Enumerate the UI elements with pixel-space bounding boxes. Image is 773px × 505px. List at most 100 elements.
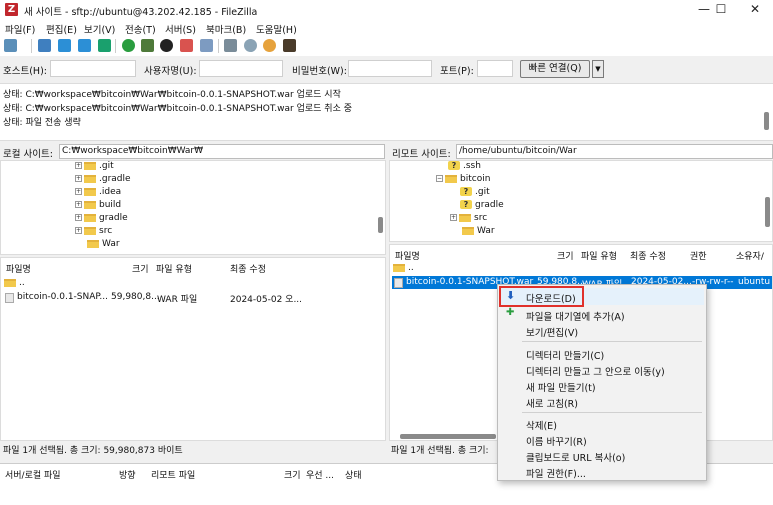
queue-header-size[interactable]: 크기 <box>284 468 301 481</box>
file-icon <box>5 293 14 303</box>
transfer-queue-icon[interactable] <box>98 39 111 52</box>
remote-site-bar: 리모트 사이트: /home/ubuntu/bitcoin/War <box>389 143 773 160</box>
message-log-icon[interactable] <box>38 39 51 52</box>
tree-item-ssh[interactable]: ? .ssh <box>448 161 481 171</box>
process-queue-icon[interactable] <box>141 39 154 52</box>
queue-header-priority[interactable]: 우선 ... <box>306 468 334 481</box>
site-manager-icon[interactable] <box>4 39 17 52</box>
binoculars-icon[interactable] <box>283 39 296 52</box>
remote-header-perms[interactable]: 권한 <box>690 249 707 262</box>
local-header-name[interactable]: 파일명 <box>6 262 31 275</box>
local-file-list: 파일명 크기 파일 유형 최종 수정 .. bitcoin-0.0.1-SNAP… <box>0 257 386 441</box>
tree-item-war[interactable]: War <box>87 239 120 249</box>
menu-separator <box>522 412 702 413</box>
tree-item-build[interactable]: + build <box>75 200 121 210</box>
expand-icon[interactable]: + <box>75 162 82 169</box>
tree-item-idea[interactable]: + .idea <box>75 187 121 197</box>
queue-header-direction[interactable]: 방향 <box>119 468 136 481</box>
expand-icon[interactable]: + <box>450 214 457 221</box>
mkdir-enter-menu-item[interactable]: 디렉터리 만들고 그 안으로 이동(y) <box>526 364 665 378</box>
delete-menu-item[interactable]: 삭제(E) <box>526 418 557 432</box>
remote-header-name[interactable]: 파일명 <box>395 249 420 262</box>
local-header-size[interactable]: 크기 <box>132 262 149 275</box>
menu-file[interactable]: 파일(F) <box>5 22 35 36</box>
local-parent-dir[interactable]: .. <box>4 278 25 288</box>
host-input[interactable] <box>50 60 136 77</box>
disconnect-icon[interactable] <box>180 39 193 52</box>
copy-url-menu-item[interactable]: 클립보드로 URL 복사(o) <box>526 450 625 464</box>
local-header-modified[interactable]: 최종 수정 <box>230 262 266 275</box>
menu-server[interactable]: 서버(S) <box>165 22 196 36</box>
tree-item-remote-war[interactable]: War <box>462 226 495 236</box>
remote-header-modified[interactable]: 최종 수정 <box>630 249 666 262</box>
expand-icon[interactable]: + <box>75 201 82 208</box>
local-status: 파일 1개 선택됨. 총 크기: 59,980,873 바이트 <box>3 443 383 459</box>
remote-header-type[interactable]: 파일 유형 <box>581 249 617 262</box>
refresh-icon[interactable] <box>122 39 135 52</box>
tree-item-label: War <box>477 226 495 236</box>
tree-item-remote-gradle[interactable]: ? gradle <box>460 200 504 210</box>
folder-icon <box>393 263 405 272</box>
refresh-menu-item[interactable]: 새로 고침(R) <box>526 396 578 410</box>
maximize-button[interactable]: ☐ <box>703 0 739 20</box>
tree-item-gradle-dot[interactable]: + .gradle <box>75 174 131 184</box>
menu-edit[interactable]: 편집(E) <box>46 22 77 36</box>
username-input[interactable] <box>199 60 283 77</box>
password-input[interactable] <box>348 60 432 77</box>
local-file-row[interactable]: bitcoin-0.0.1-SNAP... 59,980,8... WAR 파일… <box>3 291 303 305</box>
search-icon[interactable] <box>244 39 257 52</box>
tree-item-label: gradle <box>99 213 128 223</box>
local-site-path[interactable]: C:₩workspace₩bitcoin₩War₩ <box>59 144 385 159</box>
remote-tree-scrollbar[interactable] <box>765 197 770 227</box>
filter-icon[interactable] <box>224 39 237 52</box>
reconnect-icon[interactable] <box>200 39 213 52</box>
tree-item-remote-git[interactable]: ? .git <box>460 187 490 197</box>
menu-view[interactable]: 보기(V) <box>84 22 115 36</box>
tree-item-bitcoin[interactable]: − bitcoin <box>436 174 490 184</box>
port-input[interactable] <box>477 60 513 77</box>
tree-item-src[interactable]: + src <box>75 226 112 236</box>
folder-icon <box>462 226 474 235</box>
tree-item-remote-src[interactable]: + src <box>450 213 487 223</box>
sync-browsing-icon[interactable] <box>263 39 276 52</box>
view-edit-menu-item[interactable]: 보기/편집(V) <box>526 325 578 339</box>
quickconnect-dropdown[interactable]: ▼ <box>592 60 604 78</box>
local-header-type[interactable]: 파일 유형 <box>156 262 192 275</box>
local-tree-icon[interactable] <box>58 39 71 52</box>
remote-header-owner[interactable]: 소유자/ <box>736 249 764 262</box>
rename-menu-item[interactable]: 이름 바꾸기(R) <box>526 434 587 448</box>
queue-header-remote[interactable]: 리모트 파일 <box>151 468 195 481</box>
file-icon <box>394 278 403 288</box>
collapse-icon[interactable]: − <box>436 175 443 182</box>
mkdir-menu-item[interactable]: 디렉터리 만들기(C) <box>526 348 604 362</box>
remote-hscrollbar[interactable] <box>400 434 496 439</box>
tree-item-gradle[interactable]: + gradle <box>75 213 128 223</box>
remote-tree-icon[interactable] <box>78 39 91 52</box>
quickconnect-button[interactable]: 빠른 연결(Q) <box>520 60 590 78</box>
queue-header-status[interactable]: 상태 <box>345 468 362 481</box>
expand-icon[interactable]: + <box>75 188 82 195</box>
close-button[interactable]: ✕ <box>737 0 773 20</box>
remote-status: 파일 1개 선택됨. 총 크기: <box>391 443 501 459</box>
menu-bookmarks[interactable]: 북마크(B) <box>206 22 246 36</box>
expand-icon[interactable]: + <box>75 214 82 221</box>
tree-item-label: .idea <box>99 187 122 197</box>
file-permissions-menu-item[interactable]: 파일 권한(F)... <box>526 466 586 480</box>
tree-item-label: build <box>99 200 122 210</box>
remote-header-size[interactable]: 크기 <box>557 249 574 262</box>
menu-transfer[interactable]: 전송(T) <box>125 22 156 36</box>
log-scrollbar[interactable] <box>764 112 769 130</box>
queue-header-file[interactable]: 서버/로컬 파일 <box>5 468 61 481</box>
message-log: 상태: C:₩workspace₩bitcoin₩War₩bitcoin-0.0… <box>0 83 773 141</box>
expand-icon[interactable]: + <box>75 227 82 234</box>
remote-site-path[interactable]: /home/ubuntu/bitcoin/War <box>456 144 773 159</box>
port-label: 포트(P): <box>440 66 474 77</box>
cancel-icon[interactable] <box>160 39 173 52</box>
add-to-queue-menu-item[interactable]: 파일을 대기열에 추가(A) <box>526 309 625 323</box>
local-tree-scrollbar[interactable] <box>378 217 383 233</box>
expand-icon[interactable]: + <box>75 175 82 182</box>
tree-item-git[interactable]: + .git <box>75 161 114 171</box>
menu-help[interactable]: 도움말(H) <box>256 22 297 36</box>
new-file-menu-item[interactable]: 새 파일 만들기(t) <box>526 380 596 394</box>
remote-parent-dir[interactable]: .. <box>393 263 414 273</box>
